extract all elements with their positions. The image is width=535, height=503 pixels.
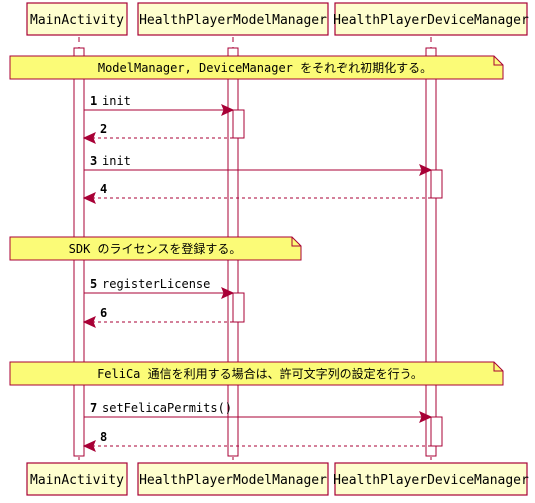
participant-main-activity-top: MainActivity [26,2,128,36]
participant-device-manager-bottom: HealthPlayerDeviceManager [333,462,529,496]
message-5-number: 5 [90,277,97,291]
participant-model-manager-label-bottom: HealthPlayerModelManager [139,473,327,488]
message-8: 8 [82,430,431,452]
participant-main-activity-bottom: MainActivity [26,462,128,496]
message-5-label: registerLicense [102,277,210,291]
message-6: 6 [82,306,233,328]
message-4-number: 4 [100,182,107,196]
participant-device-manager-top: HealthPlayerDeviceManager [333,2,529,36]
message-1-number: 1 [90,94,97,108]
message-8-number: 8 [100,430,107,444]
note-register-license: SDK のライセンスを登録する。 [9,236,302,261]
message-7-label: setFelicaPermits() [102,401,232,415]
participant-model-manager-label: HealthPlayerModelManager [139,13,327,28]
activation-device-manager-felica [430,416,443,447]
message-2-number: 2 [100,122,107,136]
activation-model-manager-register [232,292,245,323]
message-6-number: 6 [100,306,107,320]
activation-model-manager-init [232,109,245,139]
message-5: 5 registerLicense [84,277,235,299]
message-3: 3 init [84,154,433,176]
note-initialize-managers: ModelManager, DeviceManager をそれぞれ初期化する。 [9,55,504,80]
note-initialize-managers-text: ModelManager, DeviceManager をそれぞれ初期化する。 [98,61,432,75]
note-register-license-text: SDK のライセンスを登録する。 [69,241,242,256]
message-7-number: 7 [90,401,97,415]
participant-device-manager-label-bottom: HealthPlayerDeviceManager [333,473,529,488]
participant-main-activity-label: MainActivity [30,13,124,28]
message-4: 4 [82,182,431,204]
message-2: 2 [82,122,233,144]
participant-device-manager-label: HealthPlayerDeviceManager [333,13,529,28]
participant-main-activity-label-bottom: MainActivity [30,473,124,488]
participant-model-manager-top: HealthPlayerModelManager [137,2,329,36]
participant-model-manager-bottom: HealthPlayerModelManager [137,462,329,496]
message-1: 1 init [84,94,235,116]
note-felica-permits: FeliCa 通信を利用する場合は、許可文字列の設定を行う。 [9,361,504,386]
note-felica-permits-text: FeliCa 通信を利用する場合は、許可文字列の設定を行う。 [97,366,423,381]
activation-device-manager-init [430,169,443,199]
message-7: 7 setFelicaPermits() [84,401,433,423]
lifeline-bar-device-manager [425,47,437,457]
message-3-label: init [102,154,131,168]
sequence-diagram: MainActivity HealthPlayerModelManager He… [9,2,529,496]
message-3-number: 3 [90,154,97,168]
message-1-label: init [102,94,131,108]
